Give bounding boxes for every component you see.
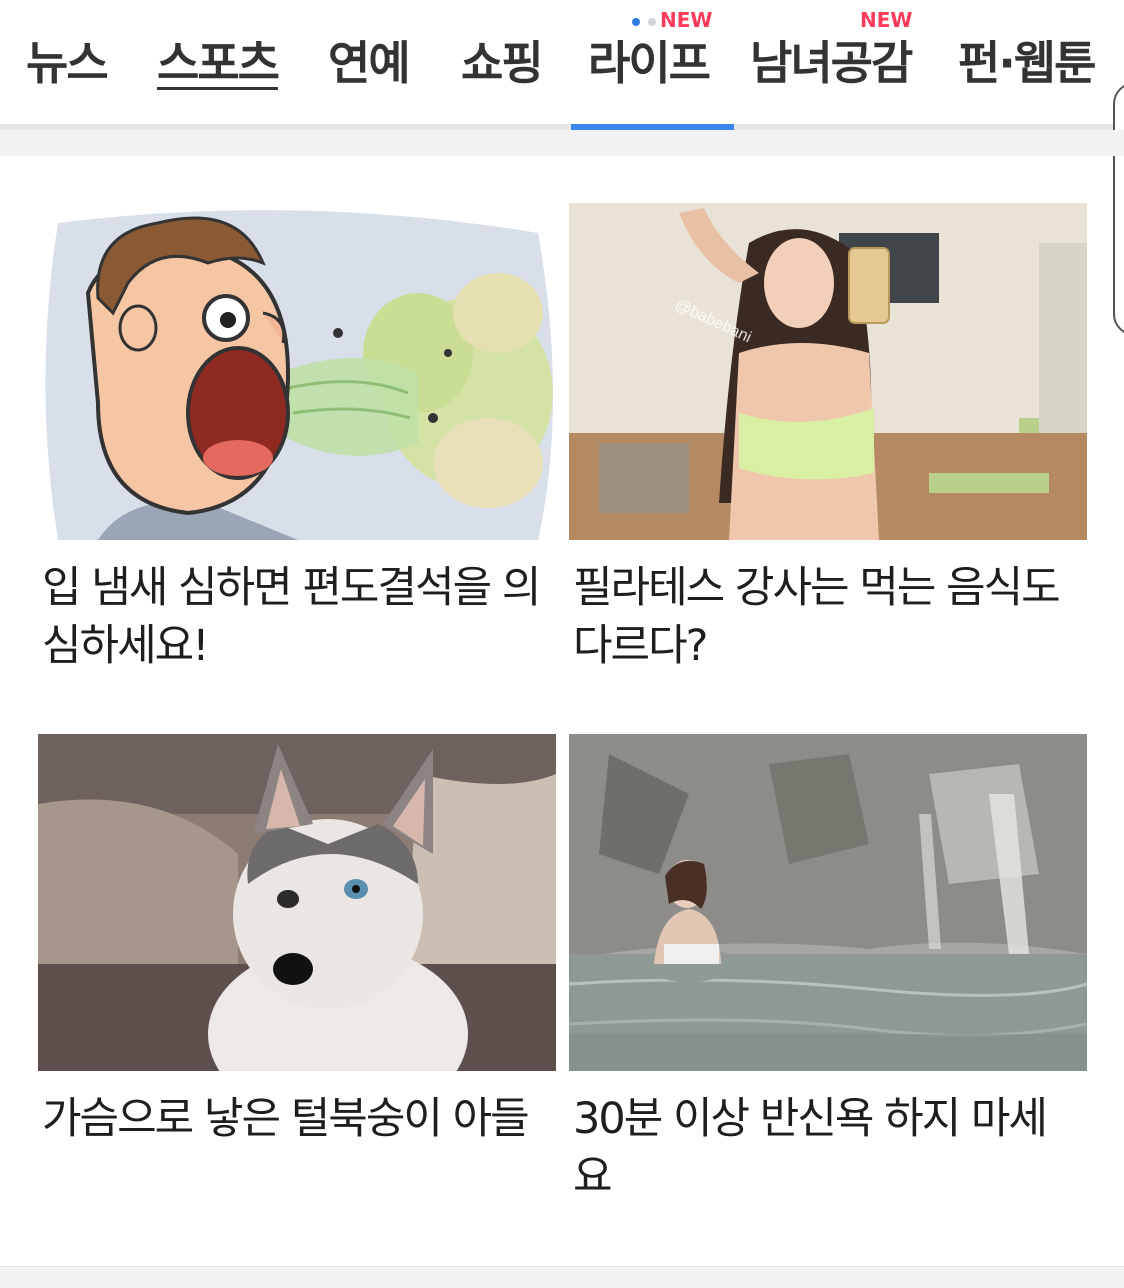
tab-news[interactable]: 뉴스	[26, 30, 109, 100]
tab-shopping[interactable]: 쇼핑	[461, 30, 544, 100]
new-badge: NEW	[660, 8, 713, 32]
page-dot	[648, 18, 656, 26]
article-thumbnail[interactable]: @babebani	[569, 203, 1087, 540]
husky-puppy-image	[38, 734, 556, 1071]
tab-sports[interactable]: 스포츠	[157, 30, 280, 100]
tab-label: 연예	[328, 36, 411, 90]
page-dot-active	[632, 18, 640, 26]
tab-entertainment[interactable]: 연예	[328, 30, 411, 100]
tab-label: 펀·웹툰	[958, 36, 1096, 90]
article-thumbnail[interactable]	[38, 734, 556, 1071]
article-thumbnail[interactable]	[569, 734, 1087, 1071]
article-thumbnail[interactable]	[38, 203, 556, 540]
tab-label: 뉴스	[26, 36, 109, 90]
article-title[interactable]: 필라테스 강사는 먹는 음식도 다르다?	[573, 559, 1073, 675]
bad-breath-cartoon-image	[38, 203, 556, 540]
tab-label: 쇼핑	[461, 36, 544, 90]
article-title[interactable]: 입 냄새 심하면 편도결석을 의심하세요!	[42, 559, 542, 675]
article-title[interactable]: 가슴으로 낳은 털북숭이 아들	[42, 1090, 542, 1148]
hot-spring-image	[569, 734, 1087, 1071]
tab-label: 스포츠	[157, 36, 280, 90]
bottom-divider	[0, 1266, 1124, 1288]
section-divider	[0, 130, 1124, 156]
floating-side-handle[interactable]	[1113, 82, 1124, 336]
pilates-selfie-image: @babebani	[569, 203, 1087, 540]
article-title[interactable]: 30분 이상 반신욕 하지 마세요	[573, 1090, 1073, 1206]
tab-couple[interactable]: NEW 남녀공감	[750, 8, 913, 100]
tab-label: 라이프	[588, 36, 711, 90]
category-tab-bar: 뉴스 스포츠 연예 쇼핑 NEW 라이프 NEW 남녀공감 펀·웹툰	[0, 0, 1124, 130]
tab-fun-webtoon[interactable]: 펀·웹툰	[958, 30, 1096, 100]
new-badge: NEW	[860, 8, 913, 32]
tab-label: 남녀공감	[750, 36, 913, 90]
page-dots	[632, 18, 662, 28]
tab-life[interactable]: NEW 라이프	[588, 8, 712, 100]
